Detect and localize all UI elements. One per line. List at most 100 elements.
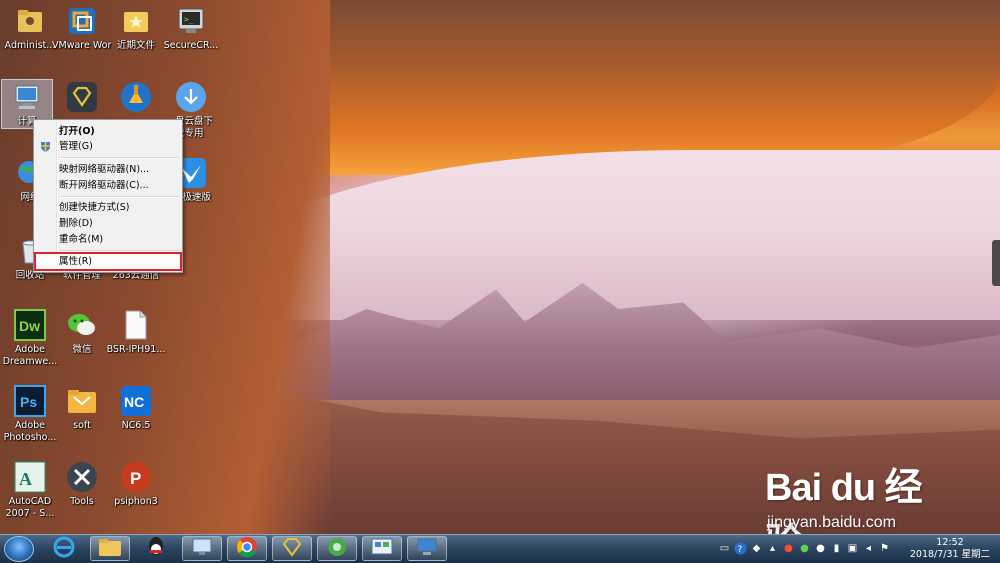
clock-time: 12:52 [936, 537, 964, 548]
remote-desktop-icon [191, 537, 213, 561]
nc-icon: NC [119, 384, 153, 418]
computer-icon [416, 537, 438, 561]
menu-item-manage[interactable]: 管理(G) [36, 139, 180, 154]
explorer-icon [98, 537, 122, 561]
svg-text:Ps: Ps [20, 394, 37, 410]
qq-icon [146, 536, 166, 562]
shield-icon [40, 141, 51, 158]
context-menu: 打开(O) 管理(G) 映射网络驱动器(N)... 断开网络驱动器(C)... … [33, 119, 183, 273]
desktop-icon-securecrt[interactable]: >_ SecureCR... [161, 4, 221, 52]
menu-separator [60, 157, 179, 159]
taskbar-qq[interactable] [136, 536, 176, 561]
autocad-icon: A [13, 460, 47, 494]
desktop-icon-label: psiphon3 [114, 496, 158, 507]
sidebar-handle[interactable] [992, 240, 1000, 286]
taskbar: ▭ ? ◆ ▴ ● ● ● ▮ ▣ ◂ ⚑ 12:52 2018/7/31 星期… [0, 534, 1000, 563]
menu-separator [60, 196, 179, 198]
computer-icon [10, 80, 44, 114]
taskbar-explorer[interactable] [90, 536, 130, 561]
folder-star-icon [119, 4, 153, 38]
vmware-icon [65, 4, 99, 38]
wallpaper-sky [230, 150, 1000, 320]
desktop-icon-label: soft [73, 420, 91, 431]
qq-icon[interactable]: ● [814, 542, 827, 555]
desktop-icon-nc65[interactable]: NC NC6.5 [106, 384, 166, 432]
desktop-icon-label: Adobe Dreamwe... [2, 344, 58, 367]
desktop-icon-label: Tools [70, 496, 94, 507]
arrow-icon[interactable]: ▴ [766, 542, 779, 555]
menu-item-create-shortcut[interactable]: 创建快捷方式(S) [36, 200, 180, 215]
desktop-icon-label: 微信 [72, 344, 92, 355]
desktop-icon-administrator[interactable]: Administ... [0, 4, 60, 52]
desktop-icon-dreamweaver[interactable]: Dw Adobe Dreamwe... [0, 308, 60, 368]
securecrt-icon: >_ [174, 4, 208, 38]
chrome-icon [236, 536, 258, 562]
folder-user-icon [13, 4, 47, 38]
network-status-icon[interactable]: ◆ [750, 542, 763, 555]
desktop-icon-psiphon[interactable]: P psiphon3 [106, 460, 166, 508]
desktop-icon-wechat[interactable]: 微信 [52, 308, 112, 356]
system-clock[interactable]: 12:52 2018/7/31 星期二 [904, 537, 996, 561]
svg-text:P: P [130, 469, 141, 488]
weibo-icon[interactable]: ● [782, 542, 795, 555]
desktop-icon-recent-files[interactable]: 近期文件 [106, 4, 166, 52]
display-icon[interactable]: ▣ [846, 542, 859, 555]
menu-item-disconnect-network-drive[interactable]: 断开网络驱动器(C)... [36, 178, 180, 193]
taskbar-remote-desktop[interactable] [182, 536, 222, 561]
taskbar-computer[interactable] [407, 536, 447, 561]
taskbar-green-app[interactable] [317, 536, 357, 561]
taskbar-control-panel[interactable] [362, 536, 402, 561]
desktop-icon-bsr-file[interactable]: BSR-IPH91... [106, 308, 166, 356]
svg-text:A: A [19, 469, 32, 489]
desktop-icon-label: AutoCAD 2007 - S... [5, 496, 55, 519]
desktop-icon-soft[interactable]: soft [52, 384, 112, 432]
desktop[interactable]: Administ... VMware Workstati... 近期文件 >_ … [0, 0, 1000, 534]
baidu-jingyan-watermark: Bai du 经验 jingyan.baidu.com [765, 456, 955, 534]
control-panel-icon [371, 537, 393, 561]
svg-text:Dw: Dw [19, 318, 40, 334]
svg-text:?: ? [738, 545, 743, 555]
menu-item-properties[interactable]: 属性(R) [34, 252, 182, 271]
watermark-site: jingyan.baidu.com [767, 514, 896, 531]
desktop-icon-label: BSR-IPH91... [106, 344, 166, 355]
desktop-icon-autocad[interactable]: A AutoCAD 2007 - S... [0, 460, 60, 520]
menu-item-rename[interactable]: 重命名(M) [36, 232, 180, 247]
desktop-icon-vmware[interactable]: VMware Workstati... [52, 4, 112, 52]
desktop-icon-label: Administ... [4, 40, 56, 51]
battery-icon[interactable]: ▮ [830, 542, 843, 555]
volume-icon[interactable]: ◂ [862, 542, 875, 555]
desktop-icon-label: NC6.5 [121, 420, 151, 431]
psiphon-icon: P [119, 460, 153, 494]
taskbar-diamond-app[interactable] [272, 536, 312, 561]
help-icon[interactable]: ? [734, 542, 747, 555]
dreamweaver-icon: Dw [13, 308, 47, 342]
desktop-icon-label: VMware Workstati... [52, 40, 112, 51]
ie-icon [53, 536, 75, 562]
menu-item-delete[interactable]: 删除(D) [36, 216, 180, 231]
taskbar-chrome[interactable] [227, 536, 267, 561]
download-icon [174, 80, 208, 114]
photoshop-icon: Ps [13, 384, 47, 418]
file-icon [119, 308, 153, 342]
svg-text:NC: NC [124, 394, 144, 410]
menu-item-open[interactable]: 打开(O) [36, 124, 180, 139]
diamond-app-icon [281, 537, 303, 561]
wechat-icon[interactable]: ● [798, 542, 811, 555]
flag-icon[interactable]: ⚑ [878, 542, 891, 555]
desktop-icon-photoshop[interactable]: Ps Adobe Photosho... [0, 384, 60, 444]
tools-icon [65, 460, 99, 494]
desktop-icon-tools[interactable]: Tools [52, 460, 112, 508]
desktop-icon-label: Adobe Photosho... [3, 420, 57, 443]
desktop-icon-label: SecureCR... [163, 40, 219, 51]
green-app-icon [326, 536, 348, 562]
diamond-app-icon [65, 80, 99, 114]
desktop-icon-diamond-app[interactable] [52, 80, 112, 114]
desktop-icon-label: 近期文件 [116, 40, 155, 51]
menu-item-map-network-drive[interactable]: 映射网络驱动器(N)... [36, 162, 180, 177]
keyboard-icon[interactable]: ▭ [718, 542, 731, 555]
desktop-icon-cleaner[interactable] [106, 80, 166, 114]
clock-date: 2018/7/31 星期二 [909, 549, 991, 560]
taskbar-ie[interactable] [44, 536, 84, 561]
windows-start-icon[interactable] [4, 536, 34, 562]
menu-separator [60, 250, 179, 252]
